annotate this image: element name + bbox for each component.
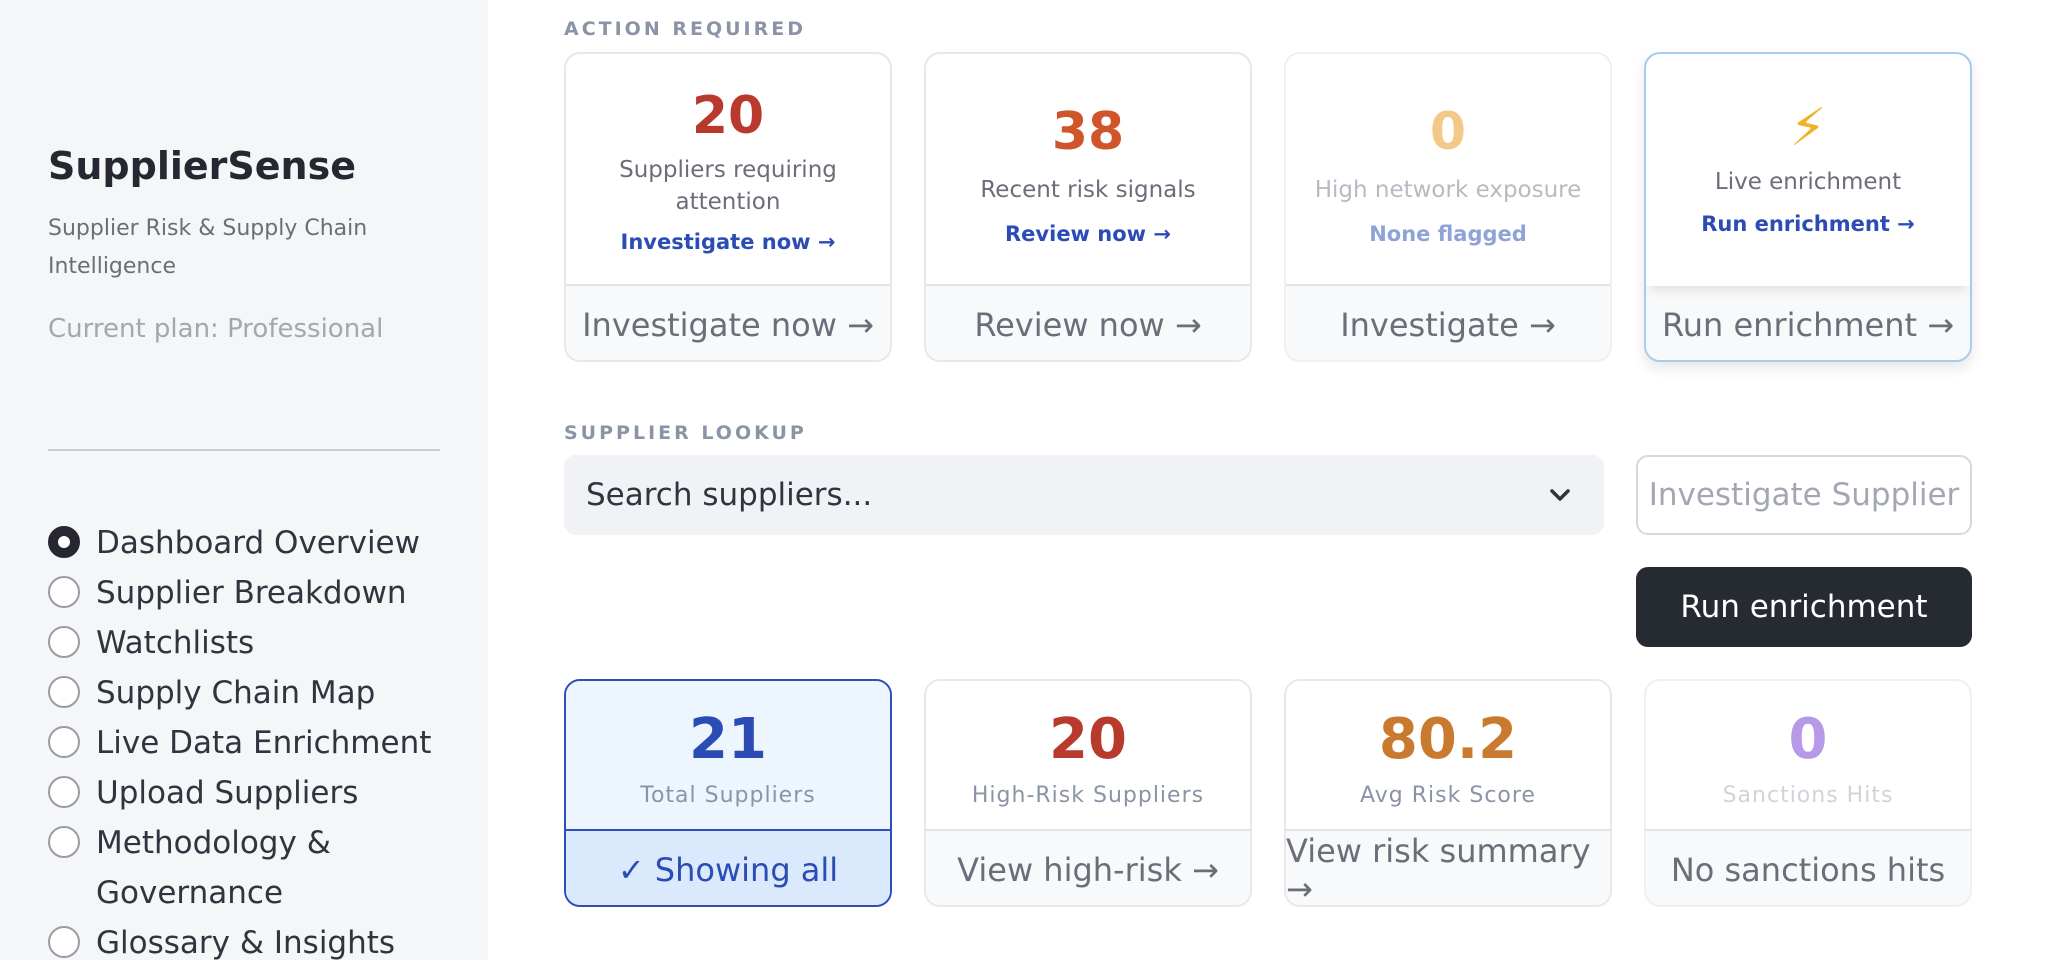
card-text: High network exposure bbox=[1314, 177, 1582, 203]
search-placeholder: Search suppliers... bbox=[586, 477, 873, 513]
metric-value: 20 bbox=[1049, 707, 1127, 772]
nav-label: Glossary & Insights bbox=[96, 925, 396, 961]
view-risk-summary-button[interactable]: View risk summary → bbox=[1286, 831, 1610, 905]
action-card-attention: 20 Suppliers requiring attention Investi… bbox=[564, 52, 892, 362]
run-enrichment-card-button[interactable]: Run enrichment → bbox=[1646, 286, 1970, 360]
metric-card-sanctions[interactable]: 0 Sanctions Hits No sanctions hits bbox=[1644, 679, 1972, 907]
nav-item-live-data-enrichment[interactable]: Live Data Enrichment bbox=[48, 718, 468, 768]
run-enrichment-button[interactable]: Run enrichment bbox=[1636, 567, 1972, 647]
card-body: 38 Recent risk signals Review now → bbox=[926, 54, 1250, 286]
card-link[interactable]: Review now → bbox=[926, 222, 1250, 246]
app-name: SupplierSense bbox=[48, 144, 356, 188]
radio-icon[interactable] bbox=[48, 926, 80, 958]
radio-selected-icon[interactable] bbox=[48, 526, 80, 558]
sidebar-nav: Dashboard Overview Supplier Breakdown Wa… bbox=[48, 518, 468, 968]
card-link: None flagged bbox=[1369, 222, 1527, 246]
nav-label: Supply Chain Map bbox=[96, 675, 376, 711]
radio-icon[interactable] bbox=[48, 626, 80, 658]
metric-card-high-risk[interactable]: 20 High-Risk Suppliers View high-risk → bbox=[924, 679, 1252, 907]
action-card-live-enrichment: ⚡ Live enrichment Run enrichment → Run e… bbox=[1644, 52, 1972, 362]
card-link[interactable]: Investigate now → bbox=[566, 230, 890, 254]
showing-all-button[interactable]: ✓ Showing all bbox=[566, 831, 890, 905]
radio-icon[interactable] bbox=[48, 726, 80, 758]
current-plan: Current plan: Professional bbox=[48, 314, 384, 344]
nav-label: Methodology & Governance bbox=[96, 825, 331, 911]
metric-card-avg-risk[interactable]: 80.2 Avg Risk Score View risk summary → bbox=[1284, 679, 1612, 907]
card-value: 0 bbox=[1429, 102, 1467, 162]
card-body: 80.2 Avg Risk Score bbox=[1286, 681, 1610, 831]
nav-label: Live Data Enrichment bbox=[96, 725, 432, 761]
card-text: Suppliers requiring attention bbox=[619, 157, 837, 215]
card-body: 21 Total Suppliers bbox=[566, 681, 890, 831]
investigate-now-button[interactable]: Investigate now → bbox=[566, 286, 890, 360]
view-high-risk-button[interactable]: View high-risk → bbox=[926, 831, 1250, 905]
investigate-button[interactable]: Investigate → bbox=[1286, 286, 1610, 360]
metric-card-total-suppliers[interactable]: 21 Total Suppliers ✓ Showing all bbox=[564, 679, 892, 907]
nav-item-glossary-insights[interactable]: Glossary & Insights bbox=[48, 918, 468, 968]
nav-item-dashboard-overview[interactable]: Dashboard Overview bbox=[48, 518, 468, 568]
nav-label: Dashboard Overview bbox=[96, 525, 420, 561]
metric-value: 0 bbox=[1788, 707, 1828, 772]
chevron-down-icon[interactable] bbox=[1546, 481, 1574, 509]
nav-item-methodology-governance[interactable]: Methodology & Governance bbox=[48, 818, 468, 918]
nav-label: Watchlists bbox=[96, 625, 255, 661]
card-text: Live enrichment bbox=[1714, 169, 1902, 195]
lightning-icon: ⚡ bbox=[1789, 98, 1827, 158]
metric-value: 80.2 bbox=[1378, 707, 1518, 772]
nav-item-upload-suppliers[interactable]: Upload Suppliers bbox=[48, 768, 468, 818]
metric-label: High-Risk Suppliers bbox=[971, 783, 1205, 808]
action-card-network-exposure: 0 High network exposure None flagged Inv… bbox=[1284, 52, 1612, 362]
card-value: 38 bbox=[1051, 102, 1125, 162]
metric-label: Total Suppliers bbox=[640, 783, 816, 808]
card-link[interactable]: Run enrichment → bbox=[1646, 212, 1970, 236]
no-sanctions-hits-button[interactable]: No sanctions hits bbox=[1646, 831, 1970, 905]
radio-icon[interactable] bbox=[48, 576, 80, 608]
nav-label: Upload Suppliers bbox=[96, 775, 359, 811]
metric-value: 21 bbox=[689, 707, 767, 772]
nav-item-supplier-breakdown[interactable]: Supplier Breakdown bbox=[48, 568, 468, 618]
app-tagline: Supplier Risk & Supply Chain Intelligenc… bbox=[48, 216, 368, 279]
nav-item-supply-chain-map[interactable]: Supply Chain Map bbox=[48, 668, 468, 718]
sidebar: SupplierSense Supplier Risk & Supply Cha… bbox=[0, 0, 488, 961]
card-value: 20 bbox=[691, 86, 765, 146]
sidebar-divider bbox=[48, 449, 440, 451]
radio-icon[interactable] bbox=[48, 826, 80, 858]
card-body: 20 High-Risk Suppliers bbox=[926, 681, 1250, 831]
card-body: ⚡ Live enrichment Run enrichment → bbox=[1646, 54, 1970, 286]
supplier-search-select[interactable]: Search suppliers... bbox=[564, 455, 1604, 535]
investigate-supplier-button[interactable]: Investigate Supplier bbox=[1636, 455, 1972, 535]
nav-item-watchlists[interactable]: Watchlists bbox=[48, 618, 468, 668]
radio-icon[interactable] bbox=[48, 676, 80, 708]
card-body: 0 High network exposure None flagged bbox=[1286, 54, 1610, 286]
card-body: 20 Suppliers requiring attention Investi… bbox=[566, 54, 890, 286]
metric-label: Avg Risk Score bbox=[1360, 783, 1536, 808]
metric-label: Sanctions Hits bbox=[1722, 783, 1894, 808]
action-card-risk-signals: 38 Recent risk signals Review now → Revi… bbox=[924, 52, 1252, 362]
card-body: 0 Sanctions Hits bbox=[1646, 681, 1970, 831]
nav-label: Supplier Breakdown bbox=[96, 575, 407, 611]
review-now-button[interactable]: Review now → bbox=[926, 286, 1250, 360]
card-text: Recent risk signals bbox=[980, 177, 1196, 203]
supplier-lookup-heading: SUPPLIER LOOKUP bbox=[564, 422, 807, 444]
action-required-heading: ACTION REQUIRED bbox=[564, 18, 806, 40]
radio-icon[interactable] bbox=[48, 776, 80, 808]
